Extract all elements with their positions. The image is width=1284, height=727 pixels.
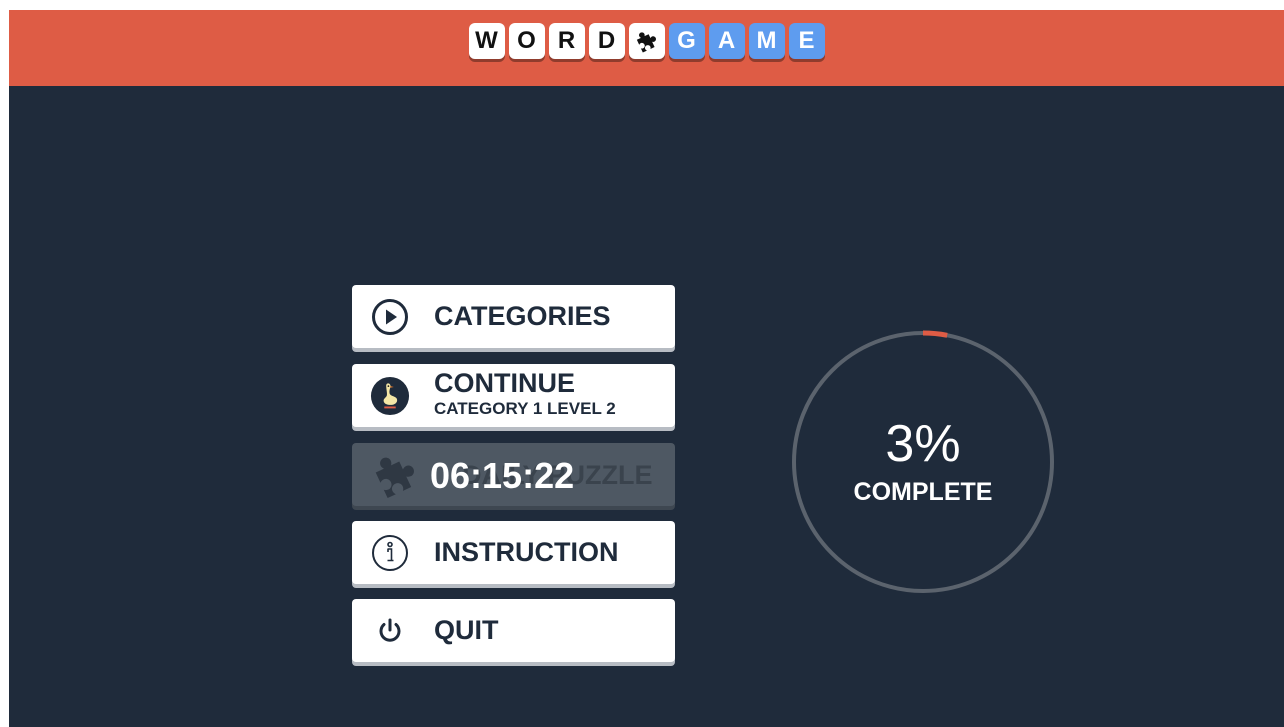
power-icon [370,611,410,651]
logo-tile: R [548,23,585,59]
puzzle-piece-icon [636,32,656,53]
logo-tile: O [508,23,545,59]
instruction-label: INSTRUCTION [434,537,619,567]
continue-button[interactable]: CONTINUE CATEGORY 1 LEVEL 2 [352,364,675,427]
logo-tile: G [668,23,705,59]
categories-button[interactable]: CATEGORIES [352,285,675,348]
logo-tile: M [748,23,785,59]
game-logo: W O R D G A M E [9,23,1284,59]
puzzle-piece-icon [370,449,422,501]
continue-label: CONTINUE [434,368,575,398]
info-circle-icon [370,533,410,573]
instruction-button[interactable]: INSTRUCTION [352,521,675,584]
quit-button[interactable]: QUIT [352,599,675,662]
play-circle-icon [370,297,410,337]
game-screen: W O R D G A M E CATEGORIES CONTINUE CATE… [9,10,1284,727]
continue-progress-label: CATEGORY 1 LEVEL 2 [434,399,616,418]
daily-puzzle-button: DAILY PUZZLE 06:15:22 [352,443,675,506]
quit-label: QUIT [434,615,499,645]
logo-tile: W [468,23,505,59]
daily-puzzle-timer: 06:15:22 [430,455,575,496]
duck-avatar-icon [370,376,410,416]
completion-progress: 3% COMPLETE [791,330,1055,594]
logo-tile: A [708,23,745,59]
categories-label: CATEGORIES [434,301,611,331]
logo-puzzle-tile [628,23,665,59]
logo-tile: E [788,23,825,59]
logo-tile: D [588,23,625,59]
header-bar: W O R D G A M E [9,10,1284,86]
progress-caption: COMPLETE [853,478,993,506]
progress-percent: 3% [885,415,961,473]
